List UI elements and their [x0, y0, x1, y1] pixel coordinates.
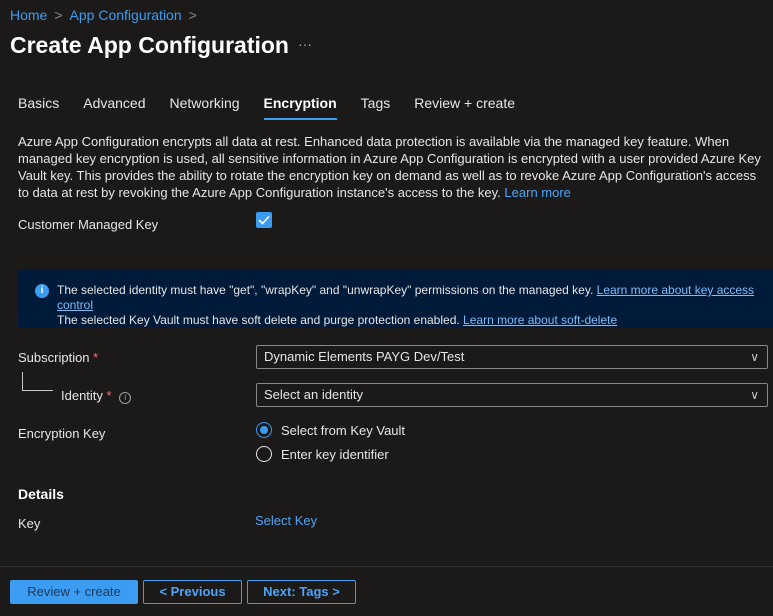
learn-more-link[interactable]: Learn more — [504, 185, 570, 200]
tab-networking[interactable]: Networking — [170, 95, 240, 117]
tab-bar: Basics Advanced Networking Encryption Ta… — [18, 95, 515, 120]
encryption-description: Azure App Configuration encrypts all dat… — [18, 133, 770, 201]
info-banner: i The selected identity must have "get",… — [18, 270, 773, 328]
soft-delete-link[interactable]: Learn more about soft-delete — [463, 313, 617, 327]
required-asterisk: * — [106, 388, 112, 403]
key-label: Key — [18, 516, 41, 531]
details-heading: Details — [18, 486, 64, 502]
checkmark-icon — [258, 215, 270, 225]
radio-unselected[interactable] — [256, 446, 272, 462]
create-app-configuration-page: Home > App Configuration > Create App Confi… — [0, 0, 773, 616]
customer-managed-key-label: Customer Managed Key — [18, 217, 159, 232]
radio-label: Select from Key Vault — [281, 422, 406, 438]
next-tags-button[interactable]: Next: Tags > — [247, 580, 356, 604]
encryption-key-label: Encryption Key — [18, 426, 106, 441]
tab-review-create[interactable]: Review + create — [414, 95, 515, 117]
tree-connector — [22, 372, 53, 391]
radio-label: Enter key identifier — [281, 446, 389, 462]
tab-advanced[interactable]: Advanced — [83, 95, 145, 117]
description-text: Azure App Configuration encrypts all dat… — [18, 134, 761, 200]
chevron-right-icon: > — [188, 7, 197, 23]
chevron-down-icon: ∨ — [750, 350, 759, 364]
breadcrumb-app-configuration[interactable]: App Configuration — [70, 7, 182, 23]
subscription-value: Dynamic Elements PAYG Dev/Test — [264, 349, 465, 364]
radio-selected[interactable] — [256, 422, 272, 438]
more-options-icon[interactable]: ··· — [298, 36, 312, 52]
identity-value: Select an identity — [264, 387, 364, 402]
identity-label-text: Identity — [61, 388, 103, 403]
required-asterisk: * — [93, 350, 99, 365]
radio-enter-key-identifier[interactable]: Enter key identifier — [256, 446, 389, 462]
breadcrumb-home[interactable]: Home — [10, 7, 47, 23]
info-line-2: The selected Key Vault must have soft de… — [57, 313, 460, 327]
review-create-button[interactable]: Review + create — [10, 580, 138, 604]
info-tooltip-icon[interactable]: i — [119, 392, 132, 404]
customer-managed-key-checkbox[interactable] — [256, 212, 272, 228]
subscription-dropdown[interactable]: Dynamic Elements PAYG Dev/Test ∨ — [256, 345, 768, 369]
chevron-down-icon: ∨ — [750, 388, 759, 402]
chevron-right-icon: > — [54, 7, 63, 23]
tab-basics[interactable]: Basics — [18, 95, 59, 117]
subscription-label: Subscription * — [18, 350, 98, 365]
page-title: Create App Configuration — [10, 32, 289, 58]
previous-button[interactable]: < Previous — [143, 580, 242, 604]
subscription-label-text: Subscription — [18, 350, 90, 365]
select-key-link[interactable]: Select Key — [255, 513, 317, 528]
info-line-1: The selected identity must have "get", "… — [57, 283, 594, 297]
radio-select-from-key-vault[interactable]: Select from Key Vault — [256, 422, 405, 438]
tab-tags[interactable]: Tags — [361, 95, 391, 117]
tab-encryption[interactable]: Encryption — [263, 95, 337, 120]
identity-dropdown[interactable]: Select an identity ∨ — [256, 383, 768, 407]
breadcrumb: Home > App Configuration > — [10, 7, 204, 23]
info-icon: i — [35, 284, 49, 298]
identity-label: Identity * i — [61, 388, 132, 404]
